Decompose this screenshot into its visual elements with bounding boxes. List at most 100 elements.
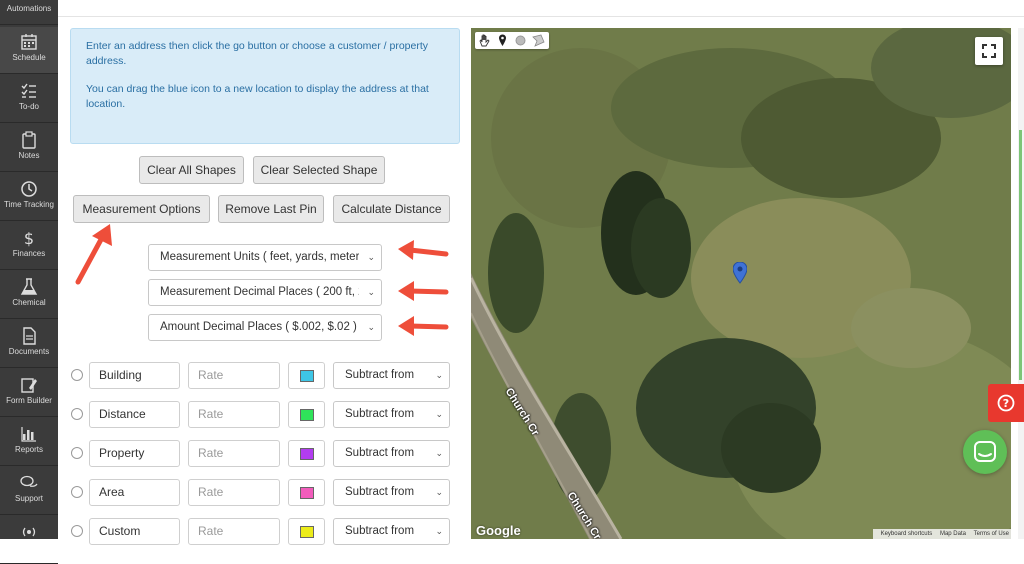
broadcast-icon: [22, 527, 36, 537]
chevron-down-icon: ⌄: [435, 409, 443, 419]
color-picker[interactable]: [288, 401, 325, 428]
subtract-mode-select[interactable]: Subtract from ⌄: [333, 362, 450, 389]
dollar-icon: $: [24, 229, 34, 247]
shape-name-field[interactable]: Property: [89, 440, 180, 467]
sidebar-item-support[interactable]: Support: [0, 468, 58, 515]
sidebar-nav: Automations Schedule To-do Notes Time Tr…: [0, 0, 58, 564]
bar-chart-icon: [21, 427, 36, 442]
document-icon: [23, 327, 36, 345]
row-radio-building[interactable]: [71, 369, 83, 381]
calculate-distance-button[interactable]: Calculate Distance: [333, 195, 450, 223]
sidebar-item-label: Finances: [12, 249, 46, 258]
marker-tool-icon[interactable]: [496, 34, 509, 47]
color-picker[interactable]: [288, 362, 325, 389]
sidebar-item-todo[interactable]: To-do: [0, 76, 58, 123]
subtract-mode-value: Subtract from: [345, 525, 415, 537]
rate-input[interactable]: Rate: [188, 401, 280, 428]
rate-input[interactable]: Rate: [188, 362, 280, 389]
accent-line: [1019, 130, 1022, 380]
sidebar-item-label: Time Tracking: [4, 200, 54, 209]
help-button[interactable]: ?: [988, 384, 1024, 422]
measurement-options-button[interactable]: Measurement Options: [73, 195, 210, 223]
automation-icon: [20, 0, 38, 2]
annotation-arrow-icon: [398, 316, 449, 336]
sidebar-item-label: Schedule: [12, 53, 46, 62]
shape-name-field[interactable]: Building: [89, 362, 180, 389]
row-radio-property[interactable]: [71, 447, 83, 459]
chevron-down-icon: ⌄: [367, 252, 375, 262]
chevron-down-icon: ⌄: [435, 526, 443, 536]
svg-text:?: ?: [1003, 397, 1009, 410]
amount-decimal-value: Amount Decimal Places ( $.002, $.02 ): [160, 321, 357, 333]
map-pin-icon[interactable]: [733, 262, 747, 284]
rate-input[interactable]: Rate: [188, 518, 280, 545]
hand-pan-icon[interactable]: [478, 34, 491, 47]
fullscreen-icon: [982, 44, 996, 58]
sidebar-item-label: Chemical: [12, 298, 46, 307]
sidebar-item-documents[interactable]: Documents: [0, 321, 58, 368]
subtract-mode-select[interactable]: Subtract from ⌄: [333, 440, 450, 467]
sidebar-item-label: Documents: [8, 347, 50, 356]
color-picker[interactable]: [288, 479, 325, 506]
google-logo: Google: [476, 523, 521, 538]
sidebar-item-label: Automations: [6, 4, 52, 13]
sidebar-item-automations[interactable]: Automations: [0, 0, 58, 25]
map-data-link[interactable]: Map Data: [940, 531, 966, 537]
chevron-down-icon: ⌄: [435, 487, 443, 497]
sidebar-item-schedule[interactable]: Schedule: [0, 27, 58, 74]
color-swatch: [300, 370, 314, 382]
fullscreen-button[interactable]: [975, 37, 1003, 65]
annotation-arrow-icon: [398, 281, 449, 301]
subtract-mode-select[interactable]: Subtract from ⌄: [333, 518, 450, 545]
row-radio-custom[interactable]: [71, 525, 83, 537]
clock-icon: [21, 181, 37, 197]
sidebar-item-label: Support: [14, 494, 44, 503]
terms-link[interactable]: Terms of Use: [974, 531, 1009, 537]
color-swatch: [300, 409, 314, 421]
measurement-units-select[interactable]: Measurement Units ( feet, yards, meters …: [148, 244, 382, 271]
top-bar: [58, 0, 1024, 17]
sidebar-item-notes[interactable]: Notes: [0, 125, 58, 172]
chevron-down-icon: ⌄: [435, 448, 443, 458]
shape-name-field[interactable]: Area: [89, 479, 180, 506]
subtract-mode-select[interactable]: Subtract from ⌄: [333, 479, 450, 506]
chevron-down-icon: ⌄: [435, 370, 443, 380]
polyline-tool-icon[interactable]: [532, 34, 545, 47]
rate-input[interactable]: Rate: [188, 479, 280, 506]
subtract-mode-select[interactable]: Subtract from ⌄: [333, 401, 450, 428]
shape-name-field[interactable]: Distance: [89, 401, 180, 428]
info-alert: Enter an address then click the go butto…: [70, 28, 460, 144]
sidebar-item-finances[interactable]: $ Finances: [0, 223, 58, 270]
remove-last-pin-button[interactable]: Remove Last Pin: [218, 195, 324, 223]
row-radio-area[interactable]: [71, 486, 83, 498]
measurement-decimal-select[interactable]: Measurement Decimal Places ( 200 ft, 200…: [148, 279, 382, 306]
sidebar-item-form-builder[interactable]: Form Builder: [0, 370, 58, 417]
color-picker[interactable]: [288, 518, 325, 545]
color-picker[interactable]: [288, 440, 325, 467]
amount-decimal-select[interactable]: Amount Decimal Places ( $.002, $.02 ) ⌄: [148, 314, 382, 341]
satellite-map[interactable]: Church Cr Church Cr Google Keyboard shor…: [471, 28, 1011, 539]
sidebar-item-broadcast[interactable]: [0, 517, 58, 564]
sidebar-item-label: To-do: [18, 102, 39, 111]
chat-launcher-button[interactable]: [963, 430, 1007, 474]
circle-tool-icon[interactable]: [514, 34, 527, 47]
flask-icon: [20, 278, 38, 295]
chevron-down-icon: ⌄: [367, 322, 375, 332]
sidebar-item-time-tracking[interactable]: Time Tracking: [0, 174, 58, 221]
clear-all-shapes-button[interactable]: Clear All Shapes: [139, 156, 244, 184]
row-radio-distance[interactable]: [71, 408, 83, 420]
sidebar-item-chemical[interactable]: Chemical: [0, 272, 58, 319]
color-swatch: [300, 448, 314, 460]
keyboard-shortcuts-link[interactable]: Keyboard shortcuts: [881, 531, 933, 537]
map-attribution: Keyboard shortcuts Map Data Terms of Use: [872, 529, 1011, 539]
map-drawing-toolbar: [475, 32, 549, 49]
rate-input[interactable]: Rate: [188, 440, 280, 467]
clipboard-icon: [22, 131, 36, 149]
sidebar-item-reports[interactable]: Reports: [0, 419, 58, 466]
clear-selected-shape-button[interactable]: Clear Selected Shape: [253, 156, 385, 184]
sidebar-item-label: Form Builder: [6, 396, 52, 405]
annotation-arrow-icon: [75, 224, 112, 285]
subtract-mode-value: Subtract from: [345, 447, 415, 459]
shape-name-field[interactable]: Custom: [89, 518, 180, 545]
color-swatch: [300, 487, 314, 499]
